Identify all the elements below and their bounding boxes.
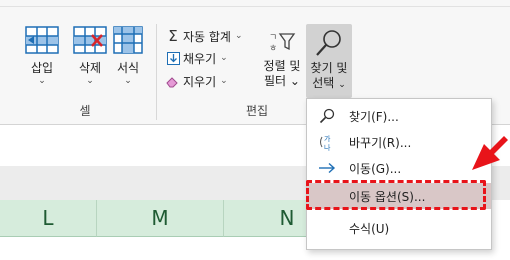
sigma-icon: Σ — [168, 27, 178, 45]
svg-text:나: 나 — [324, 143, 331, 151]
sort-filter-label-2: 필터 ⌄ — [264, 74, 300, 88]
menu-item-label: 이동(G)... — [349, 161, 402, 176]
menu-item-label: 찾기(F)... — [349, 109, 399, 124]
insert-cells-icon — [25, 26, 59, 54]
menu-item-formulas[interactable]: 수식(U) — [307, 215, 491, 241]
sort-filter-icon: ㄱ ㅎ — [269, 33, 296, 54]
chevron-down-icon: ⌄ — [220, 53, 228, 63]
svg-text:가: 가 — [324, 134, 331, 143]
find-select-label-2: 선택 — [312, 76, 335, 90]
sort-filter-button[interactable]: ㄱ ㅎ 정렬 및 필터 ⌄ — [259, 30, 305, 89]
highlight-callout-box — [306, 180, 486, 210]
menu-item-label: 바꾸기(R)... — [349, 135, 412, 150]
insert-button[interactable]: 삽입 ⌄ — [20, 26, 64, 86]
column-header-l[interactable]: L — [0, 200, 97, 237]
cells-group-label: 셀 — [79, 104, 91, 118]
insert-label: 삽입 — [30, 61, 54, 75]
chevron-down-icon: ⌄ — [338, 80, 346, 90]
magnifier-icon — [316, 30, 341, 56]
group-divider — [156, 24, 157, 120]
find-select-button[interactable]: 찾기 및 선택 ⌄ — [306, 24, 352, 98]
format-cells-icon — [113, 26, 143, 54]
fill-label: 채우기 — [183, 51, 217, 66]
chevron-down-icon: ⌄ — [124, 76, 132, 86]
edit-group-label: 편집 — [245, 104, 269, 118]
svg-text:ㅎ: ㅎ — [269, 44, 277, 54]
clear-button[interactable]: 지우기 ⌄ — [166, 71, 228, 91]
autosum-label: 자동 합계 — [183, 29, 231, 44]
search-icon — [317, 108, 337, 124]
autosum-button[interactable]: Σ 자동 합계 ⌄ — [166, 26, 243, 46]
format-button[interactable]: 서식 ⌄ — [108, 26, 148, 86]
callout-arrow-icon — [472, 136, 508, 170]
ribbon-top-border — [0, 6, 510, 7]
chevron-down-icon: ⌄ — [38, 76, 46, 86]
chevron-down-icon: ⌄ — [220, 76, 228, 86]
arrow-right-icon — [317, 162, 337, 174]
replace-icon: 가나 — [317, 133, 337, 151]
clear-label: 지우기 — [183, 74, 217, 89]
fill-button[interactable]: 채우기 ⌄ — [166, 48, 228, 68]
menu-item-find[interactable]: 찾기(F)... — [307, 103, 491, 129]
svg-text:ㄱ: ㄱ — [269, 33, 277, 43]
column-header-m[interactable]: M — [97, 200, 224, 237]
menu-item-label: 수식(U) — [349, 221, 390, 236]
fill-down-icon — [166, 51, 180, 65]
delete-button[interactable]: 삭제 ⌄ — [68, 26, 112, 86]
sort-filter-label-1: 정렬 및 — [263, 59, 301, 73]
format-label: 서식 — [116, 61, 140, 75]
delete-label: 삭제 — [78, 61, 102, 75]
delete-cells-icon — [73, 26, 107, 54]
find-select-label-1: 찾기 및 — [310, 61, 348, 75]
eraser-icon — [166, 74, 180, 88]
chevron-down-icon: ⌄ — [234, 31, 243, 41]
chevron-down-icon: ⌄ — [86, 76, 94, 86]
sort-filter-text: 필터 — [264, 74, 287, 88]
